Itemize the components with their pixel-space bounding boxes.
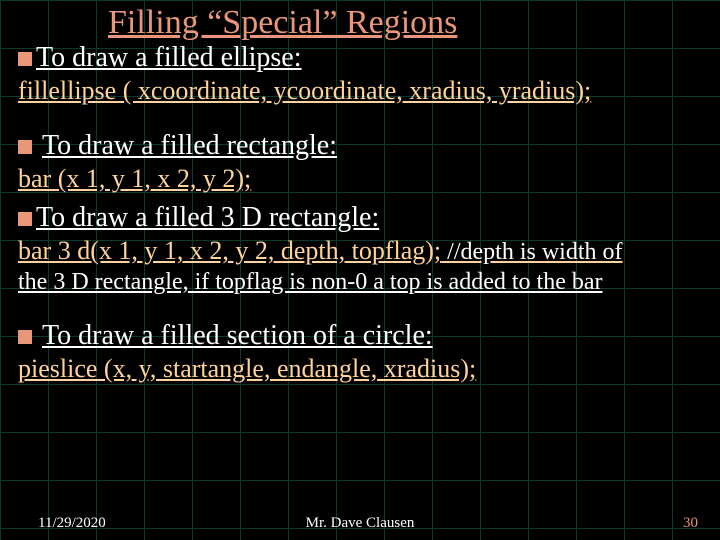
code-pieslice: pieslice (x, y, startangle, endangle, xr… (18, 352, 706, 384)
code-ellipse: fillellipse ( xcoordinate, ycoordinate, … (18, 74, 706, 106)
code-text: bar 3 d(x 1, y 1, x 2, y 2, depth, topfl… (18, 236, 441, 265)
footer-author: Mr. Dave Clausen (0, 515, 720, 532)
code-comment-cont: the 3 D rectangle, if topflag is non-0 a… (18, 267, 706, 296)
bullet-text: To draw a filled ellipse: (36, 42, 302, 74)
code-3d-rectangle: bar 3 d(x 1, y 1, x 2, y 2, depth, topfl… (18, 234, 706, 267)
slide-title: Filling “Special” Regions (0, 0, 720, 42)
bullet-text: To draw a filled rectangle: (42, 130, 337, 162)
bullet-text: To draw a filled section of a circle: (42, 320, 433, 352)
bullet-rectangle: To draw a filled rectangle: (18, 130, 706, 162)
bullet-pieslice: To draw a filled section of a circle: (18, 320, 706, 352)
code-rectangle: bar (x 1, y 1, x 2, y 2); (18, 162, 706, 194)
bullet-3d-rectangle: To draw a filled 3 D rectangle: (18, 202, 706, 234)
bullet-icon (18, 140, 32, 154)
bullet-text: To draw a filled 3 D rectangle: (36, 202, 379, 234)
slide-content: To draw a filled ellipse: fillellipse ( … (0, 42, 720, 384)
slide-footer: 11/29/2020 Mr. Dave Clausen 30 (0, 515, 720, 532)
bullet-icon (18, 212, 32, 226)
code-comment: //depth is width of (441, 239, 622, 265)
bullet-icon (18, 330, 32, 344)
bullet-ellipse: To draw a filled ellipse: (18, 42, 706, 74)
bullet-icon (18, 52, 32, 66)
